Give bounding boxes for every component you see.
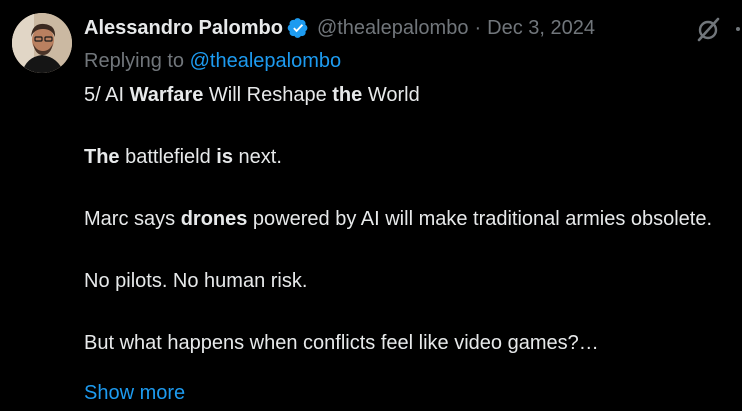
more-icon[interactable] (734, 16, 742, 42)
verified-badge-icon[interactable] (287, 17, 309, 39)
tweet-paragraph-3: Marc says drones powered by AI will make… (84, 204, 724, 235)
tweet-date[interactable]: Dec 3, 2024 (487, 14, 595, 42)
replying-to: Replying to @thealepalombo (84, 46, 341, 76)
reply-mention-link[interactable]: @thealepalombo (190, 50, 342, 72)
tweet-paragraph-4: No pilots. No human risk. (84, 270, 308, 292)
text-span: Will Reshape (203, 84, 333, 106)
show-more-link[interactable]: Show more (84, 378, 185, 409)
text-span: Marc says (84, 208, 181, 230)
bold-span: drones (180, 208, 248, 230)
author-handle[interactable]: @thealepalombo (317, 14, 469, 42)
tweet-paragraph-1: 5/ AI Warfare Will Reshape the World (84, 80, 724, 111)
tweet: Alessandro Palombo @thealepalombo · Dec … (0, 0, 742, 411)
tweet-paragraph-2: The battlefield is next. (84, 142, 724, 173)
tweet-header: Alessandro Palombo @thealepalombo · Dec … (84, 14, 595, 42)
grok-icon[interactable] (696, 16, 722, 42)
tweet-text: 5/ AI Warfare Will Reshape the World The… (84, 80, 724, 359)
avatar[interactable] (12, 13, 72, 73)
bold-span: Warfare (129, 84, 204, 106)
replying-to-label: Replying to (84, 50, 185, 72)
text-span: 5/ AI (84, 84, 130, 106)
author-name[interactable]: Alessandro Palombo (84, 14, 283, 42)
bold-span: is (216, 146, 233, 168)
bold-span: the (332, 84, 363, 106)
tweet-paragraph-5: But what happens when conflicts feel lik… (84, 332, 599, 354)
text-span: powered by AI will make traditional armi… (247, 208, 713, 230)
text-span: World (362, 84, 420, 106)
text-span: next. (232, 146, 282, 168)
avatar-image (12, 13, 72, 73)
header-separator: · (474, 17, 482, 39)
bold-span: The (84, 146, 120, 168)
text-span: battlefield (119, 146, 217, 168)
